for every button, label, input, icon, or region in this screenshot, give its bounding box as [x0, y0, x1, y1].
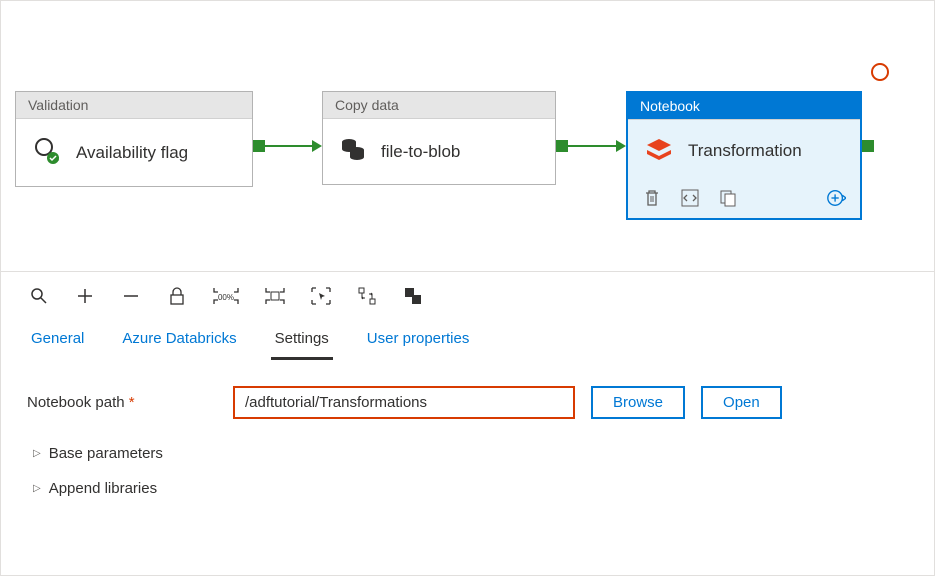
highlight-circle — [871, 63, 889, 81]
auto-align-icon[interactable] — [357, 286, 377, 306]
add-output-icon[interactable] — [826, 188, 846, 208]
tab-azure-databricks[interactable]: Azure Databricks — [118, 324, 240, 360]
connector-line — [568, 145, 616, 147]
layers-icon[interactable] — [403, 286, 423, 306]
activity-header: Validation — [16, 92, 252, 119]
connector-arrow — [616, 140, 626, 152]
activity-validation[interactable]: Validation Availability flag — [15, 91, 253, 187]
property-tabs: General Azure Databricks Settings User p… — [1, 316, 934, 360]
tab-settings[interactable]: Settings — [271, 324, 333, 360]
select-icon[interactable] — [311, 286, 331, 306]
connector-port — [556, 140, 568, 152]
canvas-toolbar: 00% — [1, 271, 934, 316]
activity-name: Transformation — [688, 141, 802, 161]
search-check-icon — [32, 135, 62, 170]
settings-panel: Notebook path * Browse Open ▷ Base param… — [1, 360, 934, 527]
connector-port — [253, 140, 265, 152]
plus-icon[interactable] — [75, 286, 95, 306]
notebook-path-input[interactable] — [233, 386, 575, 419]
activity-name: file-to-blob — [381, 142, 460, 162]
connector-port — [862, 140, 874, 152]
svg-text:00%: 00% — [218, 293, 234, 302]
base-parameters-expander[interactable]: ▷ Base parameters — [33, 445, 908, 462]
activity-header: Copy data — [323, 92, 555, 119]
required-indicator: * — [129, 394, 135, 411]
browse-button[interactable]: Browse — [591, 386, 685, 419]
minus-icon[interactable] — [121, 286, 141, 306]
database-copy-icon — [339, 135, 367, 168]
connector-arrow — [312, 140, 322, 152]
tab-user-properties[interactable]: User properties — [363, 324, 474, 360]
databricks-icon — [644, 136, 674, 166]
open-button[interactable]: Open — [701, 386, 782, 419]
activity-name: Availability flag — [76, 143, 188, 163]
copy-icon[interactable] — [718, 188, 738, 208]
code-icon[interactable] — [680, 188, 700, 208]
append-libraries-expander[interactable]: ▷ Append libraries — [33, 480, 908, 497]
expander-label: Append libraries — [49, 480, 157, 497]
fit-screen-icon[interactable] — [265, 286, 285, 306]
activity-header: Notebook — [628, 93, 860, 120]
zoom-reset-icon[interactable]: 00% — [213, 286, 239, 306]
chevron-right-icon: ▷ — [33, 483, 41, 494]
tab-general[interactable]: General — [27, 324, 88, 360]
activity-copy[interactable]: Copy data file-to-blob — [322, 91, 556, 185]
expander-label: Base parameters — [49, 445, 163, 462]
connector-line — [265, 145, 312, 147]
search-icon[interactable] — [29, 286, 49, 306]
pipeline-canvas[interactable]: Validation Availability flag Copy data — [1, 1, 934, 271]
lock-icon[interactable] — [167, 286, 187, 306]
chevron-right-icon: ▷ — [33, 448, 41, 459]
activity-notebook[interactable]: Notebook Transformation — [626, 91, 862, 220]
delete-icon[interactable] — [642, 188, 662, 208]
notebook-path-label: Notebook path * — [27, 394, 217, 411]
